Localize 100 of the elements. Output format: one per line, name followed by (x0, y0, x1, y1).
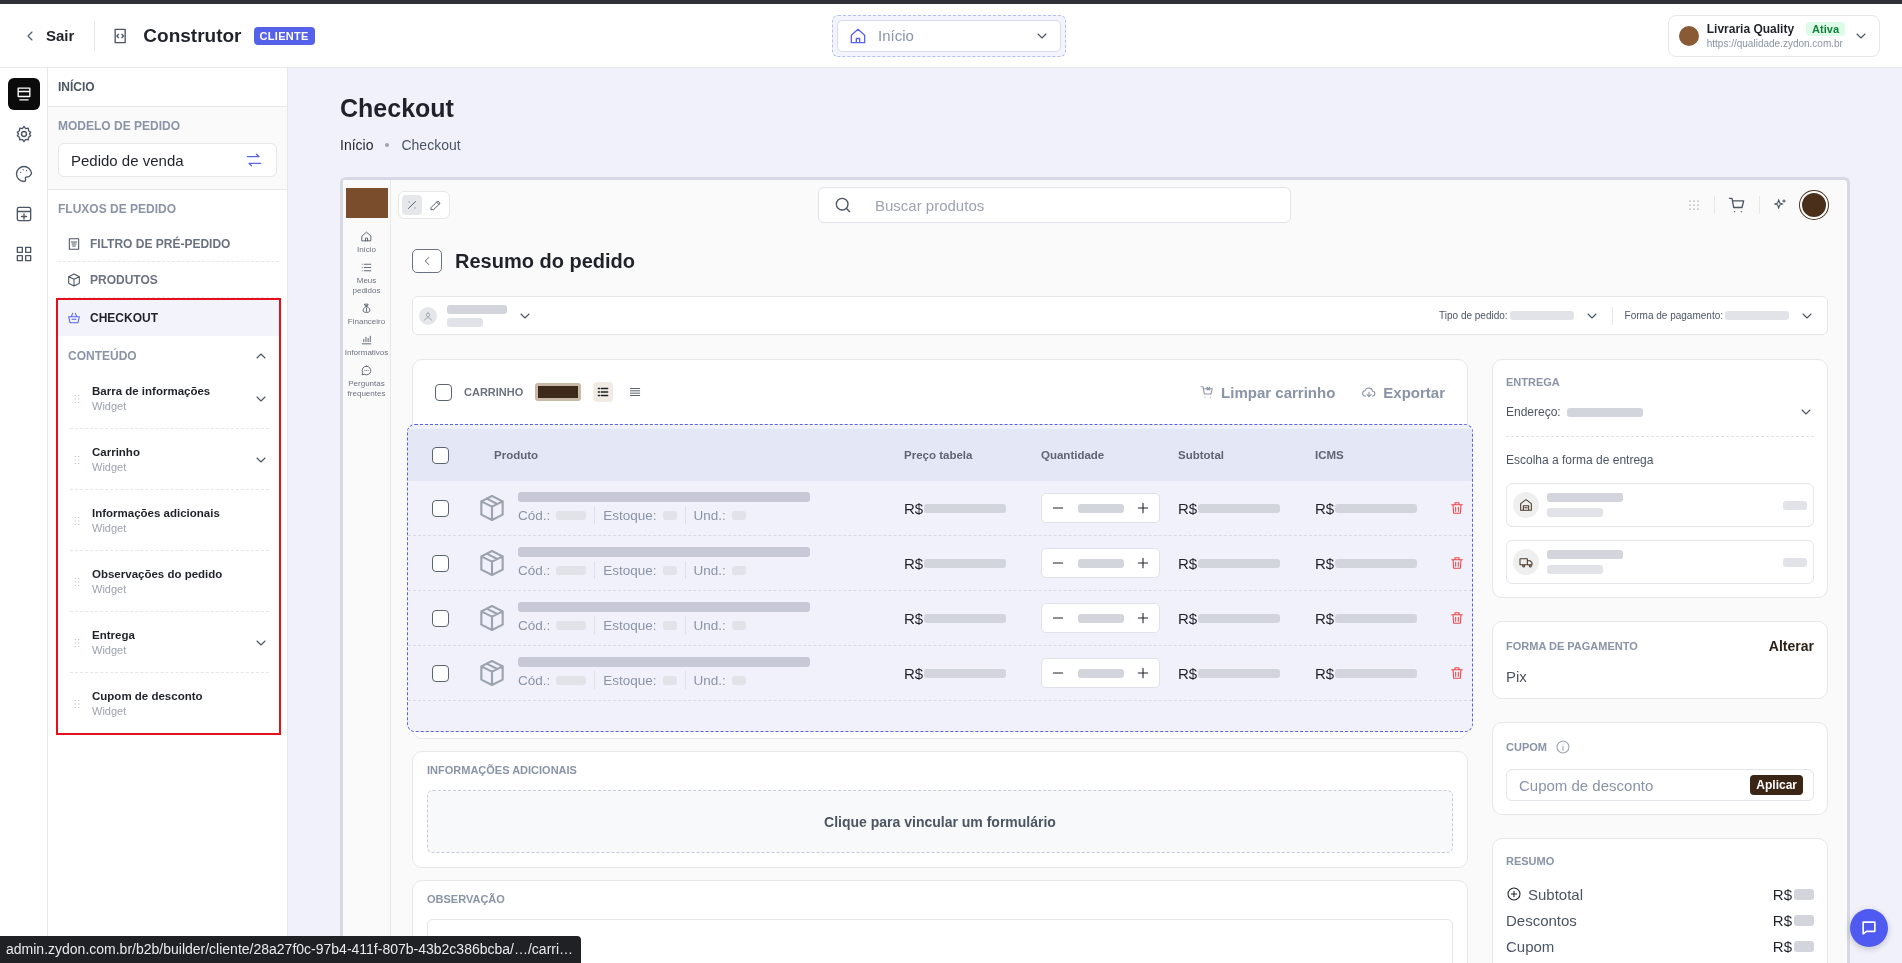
page-title: Checkout (340, 94, 455, 123)
trash-icon[interactable] (1449, 500, 1465, 516)
currency-label: R$ (1315, 554, 1335, 572)
widget-item[interactable]: Barra de informações Widget (70, 368, 269, 429)
coupon-box[interactable]: Cupom de desconto Aplicar (1506, 769, 1814, 801)
widget-item[interactable]: Carrinho Widget (70, 429, 269, 490)
chat-icon (1859, 918, 1879, 938)
filter-label: Forma de pagamento: (1624, 310, 1723, 321)
back-button[interactable] (412, 249, 442, 273)
warehouse-icon (1518, 497, 1534, 513)
currency-label: R$ (904, 664, 924, 682)
apply-button[interactable]: Aplicar (1750, 775, 1803, 795)
currency-label: R$ (1772, 885, 1792, 903)
model-select[interactable]: Pedido de venda (58, 143, 277, 177)
meta-label: Cód.: (518, 617, 551, 633)
nav-link[interactable]: Início (356, 245, 377, 255)
section-label: MODELO DE PEDIDO (58, 119, 181, 133)
detailed-list-icon (596, 385, 611, 399)
nav-link[interactable]: Financeiro (347, 317, 386, 327)
skeleton-bar (1547, 565, 1603, 574)
skeleton-bar (1783, 557, 1807, 567)
meta-label: Cód.: (518, 672, 551, 688)
meta-label: Estoque: (603, 672, 657, 688)
widget-item[interactable]: Informações adicionais Widget (70, 490, 269, 551)
widget-item[interactable]: Cupom de desconto Widget (70, 673, 269, 733)
skeleton-bar (1077, 503, 1124, 513)
view-mode-button[interactable] (593, 382, 614, 402)
rail-button[interactable] (7, 78, 40, 110)
plus-icon[interactable] (1135, 500, 1151, 516)
store-url: https://qualidade.zydon.com.br (1706, 38, 1844, 49)
widget-item[interactable]: Entrega Widget (70, 612, 269, 673)
checkbox[interactable] (432, 609, 449, 627)
nav-link[interactable]: Perguntas frequentes (344, 379, 389, 399)
trash-icon[interactable] (1449, 610, 1465, 626)
section-label: FLUXOS DE PEDIDO (58, 202, 177, 216)
change-link[interactable]: Alterar (1768, 638, 1814, 654)
skeleton-bar (1077, 558, 1124, 568)
document-icon (66, 235, 82, 252)
link-text[interactable]: Clique para vincular um formulário (824, 813, 1056, 830)
plus-icon[interactable] (1135, 610, 1151, 626)
trash-icon[interactable] (1449, 555, 1465, 571)
summary-label: Descontos (1506, 911, 1577, 929)
skeleton-bar (1509, 311, 1574, 320)
widget-type: Widget (92, 521, 128, 536)
coupon-field[interactable]: Cupom de desconto (1517, 775, 1751, 795)
percent-icon (405, 198, 419, 212)
widget-item[interactable]: Observações do pedido Widget (70, 551, 269, 612)
status-badge: Ativa (1806, 22, 1845, 36)
flow-item[interactable]: PRODUTOS (58, 262, 279, 298)
section-label: INFORMAÇÕES ADICIONAIS (427, 764, 578, 776)
basket-icon (66, 310, 82, 326)
skeleton-bar (447, 317, 483, 327)
meta-label: Und.: (693, 562, 726, 578)
section-label: FORMA DE PAGAMENTO (1506, 640, 1638, 652)
flow-item[interactable]: CHECKOUT (58, 300, 279, 336)
skeleton-bar (1077, 668, 1124, 678)
home-icon (360, 230, 373, 243)
widget-name: Cupom de desconto (92, 689, 204, 704)
cart-clear-icon (1199, 384, 1216, 400)
meta-label: Estoque: (603, 562, 657, 578)
checkbox[interactable] (432, 499, 449, 517)
cart-icon[interactable] (1727, 195, 1747, 215)
plus-icon[interactable] (1135, 555, 1151, 571)
form-link-area[interactable]: Clique para vincular um formulário (427, 790, 1453, 853)
summary-title: Resumo do pedido (455, 249, 635, 273)
checkbox[interactable] (432, 664, 449, 682)
column-header: Preço tabela (904, 449, 973, 461)
status-url-tooltip: admin.zydon.com.br/b2b/builder/cliente/28a27f0c-97b4-411f-807b-43b2c386bcba/…/carri… (0, 936, 582, 963)
checkbox[interactable] (432, 446, 449, 464)
skeleton-bar (1783, 500, 1807, 510)
checkbox[interactable] (435, 383, 452, 401)
back-button[interactable]: Sair (18, 21, 79, 50)
currency-label: R$ (1178, 499, 1198, 517)
nav-link[interactable]: Meus pedidos (344, 276, 389, 296)
breadcrumb-item[interactable]: Início (340, 137, 374, 153)
store-switcher[interactable]: Livraria Quality Ativa https://qualidade.zydon.com.br (1667, 14, 1880, 57)
currency-label: R$ (904, 499, 924, 517)
nav-link[interactable]: Informativos (344, 348, 389, 358)
box-icon (66, 271, 82, 288)
flow-item[interactable]: FILTRO DE PRÉ-PEDIDO (58, 226, 279, 262)
meta-label: Cód.: (518, 507, 551, 523)
column-header: Produto (494, 449, 539, 461)
currency-label: R$ (1315, 609, 1335, 627)
widget-name: Entrega (92, 628, 136, 643)
avatar[interactable] (1800, 191, 1828, 219)
widget-name: Carrinho (92, 445, 141, 460)
widget-name: Informações adicionais (92, 506, 221, 521)
payment-method: Pix (1506, 668, 1528, 685)
currency-label: R$ (1315, 499, 1335, 517)
search-box[interactable]: Buscar produtos (818, 187, 1291, 223)
trash-icon[interactable] (1449, 665, 1465, 681)
skeleton-bar (1077, 613, 1124, 623)
column-header: ICMS (1315, 449, 1344, 461)
currency-label: R$ (1178, 554, 1198, 572)
checkbox[interactable] (432, 554, 449, 572)
widget-type: Widget (92, 643, 128, 658)
plus-icon[interactable] (1135, 665, 1151, 681)
meta-label: Cód.: (518, 562, 551, 578)
section-label: CUPOM (1506, 741, 1547, 753)
search-field[interactable]: Buscar produtos (873, 195, 1276, 215)
